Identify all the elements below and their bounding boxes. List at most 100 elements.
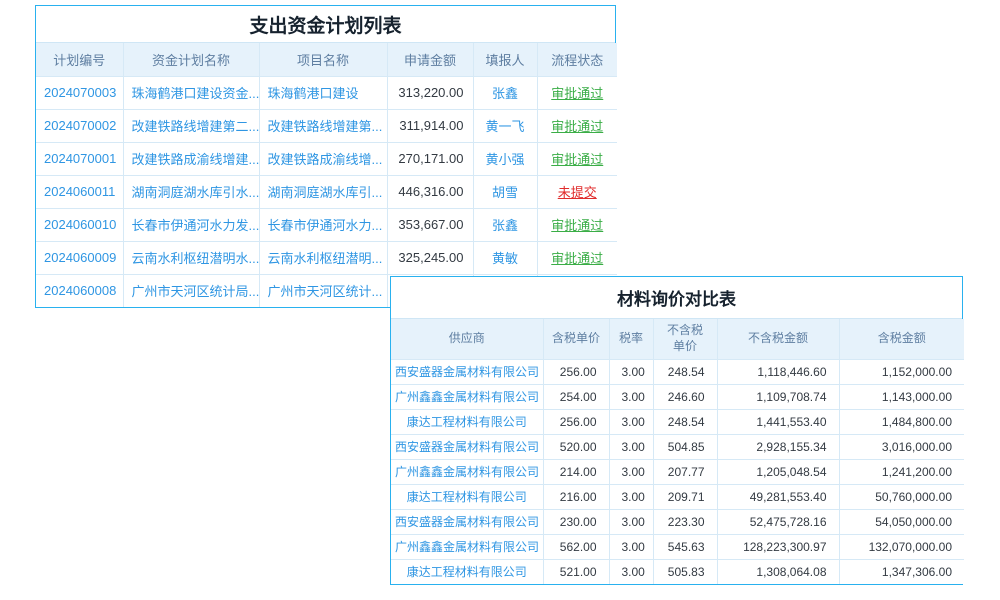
column-header-untaxed-amount: 不含税金额: [717, 319, 839, 359]
project-name-link[interactable]: 湖南洞庭湖水库引...: [259, 175, 387, 208]
tax-rate-value: 3.00: [609, 534, 653, 559]
supplier-name-link[interactable]: 西安盛器金属材料有限公司: [391, 434, 543, 459]
project-name-link[interactable]: 广州市天河区统计...: [259, 274, 387, 307]
supplier-name-link[interactable]: 西安盛器金属材料有限公司: [391, 359, 543, 384]
quote-table-row: 西安盛器金属材料有限公司 230.00 3.00 223.30 52,475,7…: [391, 509, 964, 534]
plan-name-link[interactable]: 广州市天河区统计局...: [123, 274, 259, 307]
amount-value: 325,245.00: [387, 241, 473, 274]
taxed-price-value: 216.00: [543, 484, 609, 509]
untaxed-price-value: 505.83: [653, 559, 717, 584]
column-header-project: 项目名称: [259, 43, 387, 76]
project-name-link[interactable]: 云南水利枢纽潜明...: [259, 241, 387, 274]
status-link[interactable]: 审批通过: [537, 142, 617, 175]
project-name-link[interactable]: 珠海鹤港口建设: [259, 76, 387, 109]
person-name: 黄小强: [473, 142, 537, 175]
supplier-name-link[interactable]: 西安盛器金属材料有限公司: [391, 509, 543, 534]
plan-id-link[interactable]: 2024060008: [36, 274, 123, 307]
supplier-name-link[interactable]: 康达工程材料有限公司: [391, 559, 543, 584]
quote-table-row: 康达工程材料有限公司 256.00 3.00 248.54 1,441,553.…: [391, 409, 964, 434]
material-quote-table: 供应商 含税单价 税率 不含税单价 不含税金额 含税金额 西安盛器金属材料有限公…: [391, 319, 964, 584]
plan-id-link[interactable]: 2024060009: [36, 241, 123, 274]
column-header-untaxed-price: 不含税单价: [653, 319, 717, 359]
plan-name-link[interactable]: 改建铁路成渝线增建...: [123, 142, 259, 175]
taxed-price-value: 562.00: [543, 534, 609, 559]
person-name: 黄一飞: [473, 109, 537, 142]
column-header-person: 填报人: [473, 43, 537, 76]
untaxed-price-value: 504.85: [653, 434, 717, 459]
supplier-name-link[interactable]: 广州鑫鑫金属材料有限公司: [391, 459, 543, 484]
taxed-price-value: 256.00: [543, 409, 609, 434]
untaxed-amount-value: 1,109,708.74: [717, 384, 839, 409]
plan-id-link[interactable]: 2024060011: [36, 175, 123, 208]
untaxed-price-value: 246.60: [653, 384, 717, 409]
plan-table-row: 2024060011 湖南洞庭湖水库引水... 湖南洞庭湖水库引... 446,…: [36, 175, 617, 208]
plan-id-link[interactable]: 2024070002: [36, 109, 123, 142]
plan-table-row: 2024070001 改建铁路成渝线增建... 改建铁路成渝线增... 270,…: [36, 142, 617, 175]
untaxed-price-value: 223.30: [653, 509, 717, 534]
tax-rate-value: 3.00: [609, 434, 653, 459]
material-quote-card: 材料询价对比表 供应商 含税单价 税率 不含税单价 不含税金额 含税金额 西安盛…: [390, 276, 963, 585]
quote-table-row: 西安盛器金属材料有限公司 520.00 3.00 504.85 2,928,15…: [391, 434, 964, 459]
person-name: 张鑫: [473, 76, 537, 109]
quote-table-row: 康达工程材料有限公司 521.00 3.00 505.83 1,308,064.…: [391, 559, 964, 584]
status-link[interactable]: 审批通过: [537, 76, 617, 109]
untaxed-price-value: 248.54: [653, 359, 717, 384]
project-name-link[interactable]: 改建铁路成渝线增...: [259, 142, 387, 175]
tax-rate-value: 3.00: [609, 559, 653, 584]
person-name: 胡雪: [473, 175, 537, 208]
untaxed-amount-value: 52,475,728.16: [717, 509, 839, 534]
status-link[interactable]: 审批通过: [537, 109, 617, 142]
taxed-price-value: 214.00: [543, 459, 609, 484]
project-name-link[interactable]: 长春市伊通河水力...: [259, 208, 387, 241]
project-name-link[interactable]: 改建铁路线增建第...: [259, 109, 387, 142]
supplier-name-link[interactable]: 康达工程材料有限公司: [391, 484, 543, 509]
plan-name-link[interactable]: 改建铁路线增建第二...: [123, 109, 259, 142]
taxed-amount-value: 50,760,000.00: [839, 484, 964, 509]
column-header-status: 流程状态: [537, 43, 617, 76]
tax-rate-value: 3.00: [609, 459, 653, 484]
status-link[interactable]: 审批通过: [537, 208, 617, 241]
status-link[interactable]: 审批通过: [537, 241, 617, 274]
plan-id-link[interactable]: 2024070001: [36, 142, 123, 175]
taxed-price-value: 256.00: [543, 359, 609, 384]
plan-id-link[interactable]: 2024070003: [36, 76, 123, 109]
amount-value: 353,667.00: [387, 208, 473, 241]
taxed-amount-value: 1,143,000.00: [839, 384, 964, 409]
plan-table-row: 2024070003 珠海鹤港口建设资金... 珠海鹤港口建设 313,220.…: [36, 76, 617, 109]
plan-name-link[interactable]: 长春市伊通河水力发...: [123, 208, 259, 241]
plan-id-link[interactable]: 2024060010: [36, 208, 123, 241]
plan-table-header-row: 计划编号 资金计划名称 项目名称 申请金额 填报人 流程状态: [36, 43, 617, 76]
taxed-amount-value: 1,152,000.00: [839, 359, 964, 384]
quote-table-header-row: 供应商 含税单价 税率 不含税单价 不含税金额 含税金额: [391, 319, 964, 359]
untaxed-price-value: 545.63: [653, 534, 717, 559]
plan-table-row: 2024060010 长春市伊通河水力发... 长春市伊通河水力... 353,…: [36, 208, 617, 241]
taxed-price-value: 230.00: [543, 509, 609, 534]
column-header-supplier: 供应商: [391, 319, 543, 359]
untaxed-amount-value: 2,928,155.34: [717, 434, 839, 459]
supplier-name-link[interactable]: 广州鑫鑫金属材料有限公司: [391, 384, 543, 409]
column-header-plan-name: 资金计划名称: [123, 43, 259, 76]
amount-value: 270,171.00: [387, 142, 473, 175]
supplier-name-link[interactable]: 广州鑫鑫金属材料有限公司: [391, 534, 543, 559]
taxed-price-value: 521.00: [543, 559, 609, 584]
plan-list-table: 计划编号 资金计划名称 项目名称 申请金额 填报人 流程状态 202407000…: [36, 43, 617, 307]
status-link[interactable]: 未提交: [537, 175, 617, 208]
tax-rate-value: 3.00: [609, 359, 653, 384]
untaxed-price-value: 248.54: [653, 409, 717, 434]
amount-value: 311,914.00: [387, 109, 473, 142]
taxed-amount-value: 1,241,200.00: [839, 459, 964, 484]
untaxed-price-value: 207.77: [653, 459, 717, 484]
untaxed-amount-value: 1,308,064.08: [717, 559, 839, 584]
column-header-plan-id: 计划编号: [36, 43, 123, 76]
untaxed-amount-value: 49,281,553.40: [717, 484, 839, 509]
plan-name-link[interactable]: 珠海鹤港口建设资金...: [123, 76, 259, 109]
amount-value: 313,220.00: [387, 76, 473, 109]
plan-name-link[interactable]: 云南水利枢纽潜明水...: [123, 241, 259, 274]
taxed-amount-value: 1,347,306.00: [839, 559, 964, 584]
supplier-name-link[interactable]: 康达工程材料有限公司: [391, 409, 543, 434]
taxed-amount-value: 1,484,800.00: [839, 409, 964, 434]
untaxed-amount-value: 128,223,300.97: [717, 534, 839, 559]
column-header-tax-rate: 税率: [609, 319, 653, 359]
plan-name-link[interactable]: 湖南洞庭湖水库引水...: [123, 175, 259, 208]
quote-table-row: 广州鑫鑫金属材料有限公司 562.00 3.00 545.63 128,223,…: [391, 534, 964, 559]
